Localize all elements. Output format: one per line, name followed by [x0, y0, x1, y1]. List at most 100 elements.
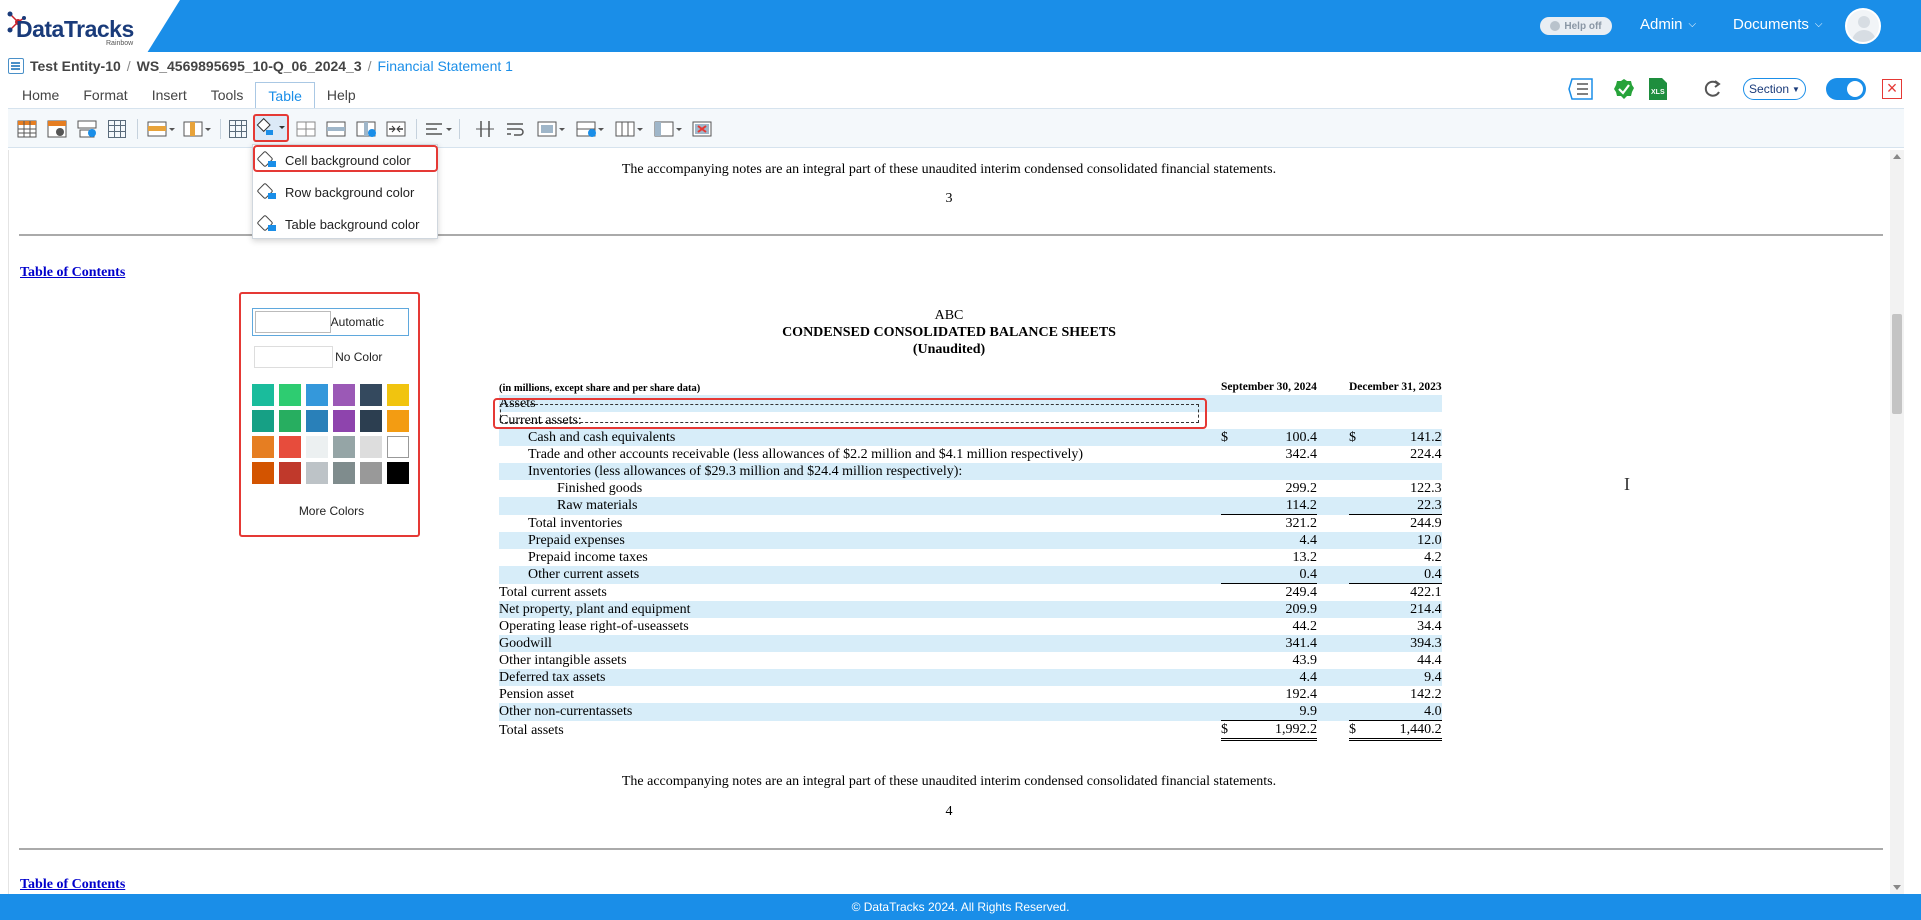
color-swatch[interactable]: [252, 436, 274, 458]
value-2023[interactable]: 141.2: [1366, 429, 1442, 446]
insert-column-icon[interactable]: [355, 118, 377, 140]
row-label[interactable]: Raw materials: [499, 497, 1211, 515]
value-2024[interactable]: [1239, 463, 1317, 480]
table-row[interactable]: Prepaid income taxes 13.2 4.2: [499, 549, 1442, 566]
color-swatch[interactable]: [306, 462, 328, 484]
currency-cell[interactable]: [1221, 618, 1240, 635]
close-icon[interactable]: ×: [1882, 79, 1902, 99]
row-label[interactable]: Cash and cash equivalents: [499, 429, 1211, 446]
view-toggle[interactable]: [1826, 78, 1866, 100]
table-row[interactable]: Deferred tax assets 4.4 9.4: [499, 669, 1442, 686]
background-color-icon[interactable]: [253, 114, 289, 142]
value-2023[interactable]: 9.4: [1366, 669, 1442, 686]
row-label[interactable]: Operating lease right-of-useassets: [499, 618, 1211, 635]
color-swatch[interactable]: [333, 384, 355, 406]
refresh-icon[interactable]: [1703, 79, 1723, 99]
currency-cell[interactable]: [1349, 549, 1367, 566]
value-2024[interactable]: 249.4: [1240, 584, 1317, 602]
value-2024[interactable]: 4.4: [1239, 532, 1317, 549]
table-grid-icon[interactable]: [227, 118, 249, 140]
table-row[interactable]: Pension asset 192.4 142.2: [499, 686, 1442, 703]
tab-insert[interactable]: Insert: [140, 82, 199, 108]
row-options-icon[interactable]: [146, 118, 175, 140]
currency-cell[interactable]: [1348, 497, 1367, 515]
documents-menu[interactable]: Documents ⌵: [1733, 16, 1822, 33]
currency-cell[interactable]: [1349, 446, 1367, 463]
value-2024[interactable]: 321.2: [1240, 515, 1317, 533]
value-2023[interactable]: 0.4: [1366, 566, 1442, 584]
currency-cell[interactable]: [1349, 584, 1367, 602]
color-swatch[interactable]: [387, 384, 409, 406]
currency-cell[interactable]: [1221, 686, 1240, 703]
value-2024[interactable]: 342.4: [1240, 446, 1317, 463]
column-options-icon[interactable]: [182, 118, 211, 140]
table-layout-icon[interactable]: [653, 118, 682, 140]
currency-cell[interactable]: [1349, 412, 1367, 429]
value-2024[interactable]: 4.4: [1239, 669, 1317, 686]
currency-cell[interactable]: [1349, 686, 1367, 703]
value-2023[interactable]: [1366, 463, 1442, 480]
currency-cell[interactable]: [1221, 515, 1240, 533]
value-2024[interactable]: 9.9: [1239, 703, 1317, 721]
value-2023[interactable]: 4.0: [1366, 703, 1442, 721]
row-label[interactable]: Total current assets: [499, 584, 1211, 602]
split-column-icon[interactable]: [474, 118, 496, 140]
tab-home[interactable]: Home: [10, 82, 71, 108]
value-2024[interactable]: 13.2: [1240, 549, 1317, 566]
value-2023[interactable]: 394.3: [1366, 635, 1442, 652]
value-2024[interactable]: 43.9: [1240, 652, 1317, 669]
table-row[interactable]: Trade and other accounts receivable (les…: [499, 446, 1442, 463]
row-height-icon[interactable]: [575, 118, 604, 140]
insert-table-icon[interactable]: [16, 118, 38, 140]
more-colors-button[interactable]: More Colors: [241, 504, 422, 518]
value-2023[interactable]: 224.4: [1367, 446, 1442, 463]
currency-cell[interactable]: [1221, 532, 1240, 549]
scroll-down-icon[interactable]: [1893, 885, 1901, 890]
currency-cell[interactable]: [1349, 652, 1367, 669]
currency-cell[interactable]: [1221, 669, 1240, 686]
table-row[interactable]: Cash and cash equivalents $100.4 $141.2: [499, 429, 1442, 446]
color-swatch[interactable]: [306, 436, 328, 458]
currency-cell[interactable]: [1221, 463, 1240, 480]
currency-cell[interactable]: [1221, 601, 1240, 618]
color-swatch[interactable]: [252, 410, 274, 432]
color-swatch[interactable]: [387, 436, 409, 458]
admin-menu[interactable]: Admin ⌵: [1640, 16, 1696, 33]
tab-help[interactable]: Help: [315, 82, 368, 108]
table-row[interactable]: Total assets $1,992.2 $1,440.2: [499, 720, 1442, 741]
row-label[interactable]: Net property, plant and equipment: [499, 601, 1211, 618]
color-swatch[interactable]: [279, 384, 301, 406]
table-properties-icon[interactable]: [46, 118, 68, 140]
currency-cell[interactable]: [1221, 446, 1240, 463]
row-label[interactable]: Goodwill: [499, 635, 1211, 652]
currency-cell[interactable]: [1221, 480, 1240, 497]
color-swatch[interactable]: [333, 410, 355, 432]
insert-row-below-icon[interactable]: [325, 118, 347, 140]
table-background-color-item[interactable]: Table background color: [253, 209, 439, 239]
column-width-icon[interactable]: [614, 118, 643, 140]
row-label[interactable]: Trade and other accounts receivable (les…: [499, 446, 1211, 463]
color-swatch[interactable]: [333, 436, 355, 458]
value-2023[interactable]: 214.4: [1366, 601, 1442, 618]
value-2024[interactable]: [1239, 395, 1317, 412]
automatic-color-option[interactable]: Automatic: [252, 308, 409, 336]
wrap-icon[interactable]: [504, 118, 526, 140]
table-row[interactable]: Net property, plant and equipment 209.9 21…: [499, 601, 1442, 618]
table-row[interactable]: Total inventories 321.2 244.9: [499, 515, 1442, 533]
merge-cells-icon[interactable]: [385, 118, 407, 140]
color-swatch[interactable]: [387, 462, 409, 484]
breadcrumb-entity[interactable]: Test Entity-10: [30, 58, 121, 74]
value-2023[interactable]: 422.1: [1367, 584, 1442, 602]
currency-cell[interactable]: [1221, 584, 1240, 602]
row-label[interactable]: Total inventories: [499, 515, 1211, 533]
row-label[interactable]: Other current assets: [499, 566, 1211, 584]
row-label[interactable]: Deferred tax assets: [499, 669, 1211, 686]
currency-cell[interactable]: [1348, 566, 1367, 584]
tab-table[interactable]: Table: [255, 82, 315, 108]
breadcrumb-workspace[interactable]: WS_4569895695_10-Q_06_2024_3: [137, 58, 362, 74]
color-swatch[interactable]: [252, 462, 274, 484]
color-swatch[interactable]: [360, 436, 382, 458]
currency-cell[interactable]: [1348, 463, 1367, 480]
currency-cell[interactable]: [1221, 635, 1240, 652]
insert-row-above-icon[interactable]: [295, 118, 317, 140]
